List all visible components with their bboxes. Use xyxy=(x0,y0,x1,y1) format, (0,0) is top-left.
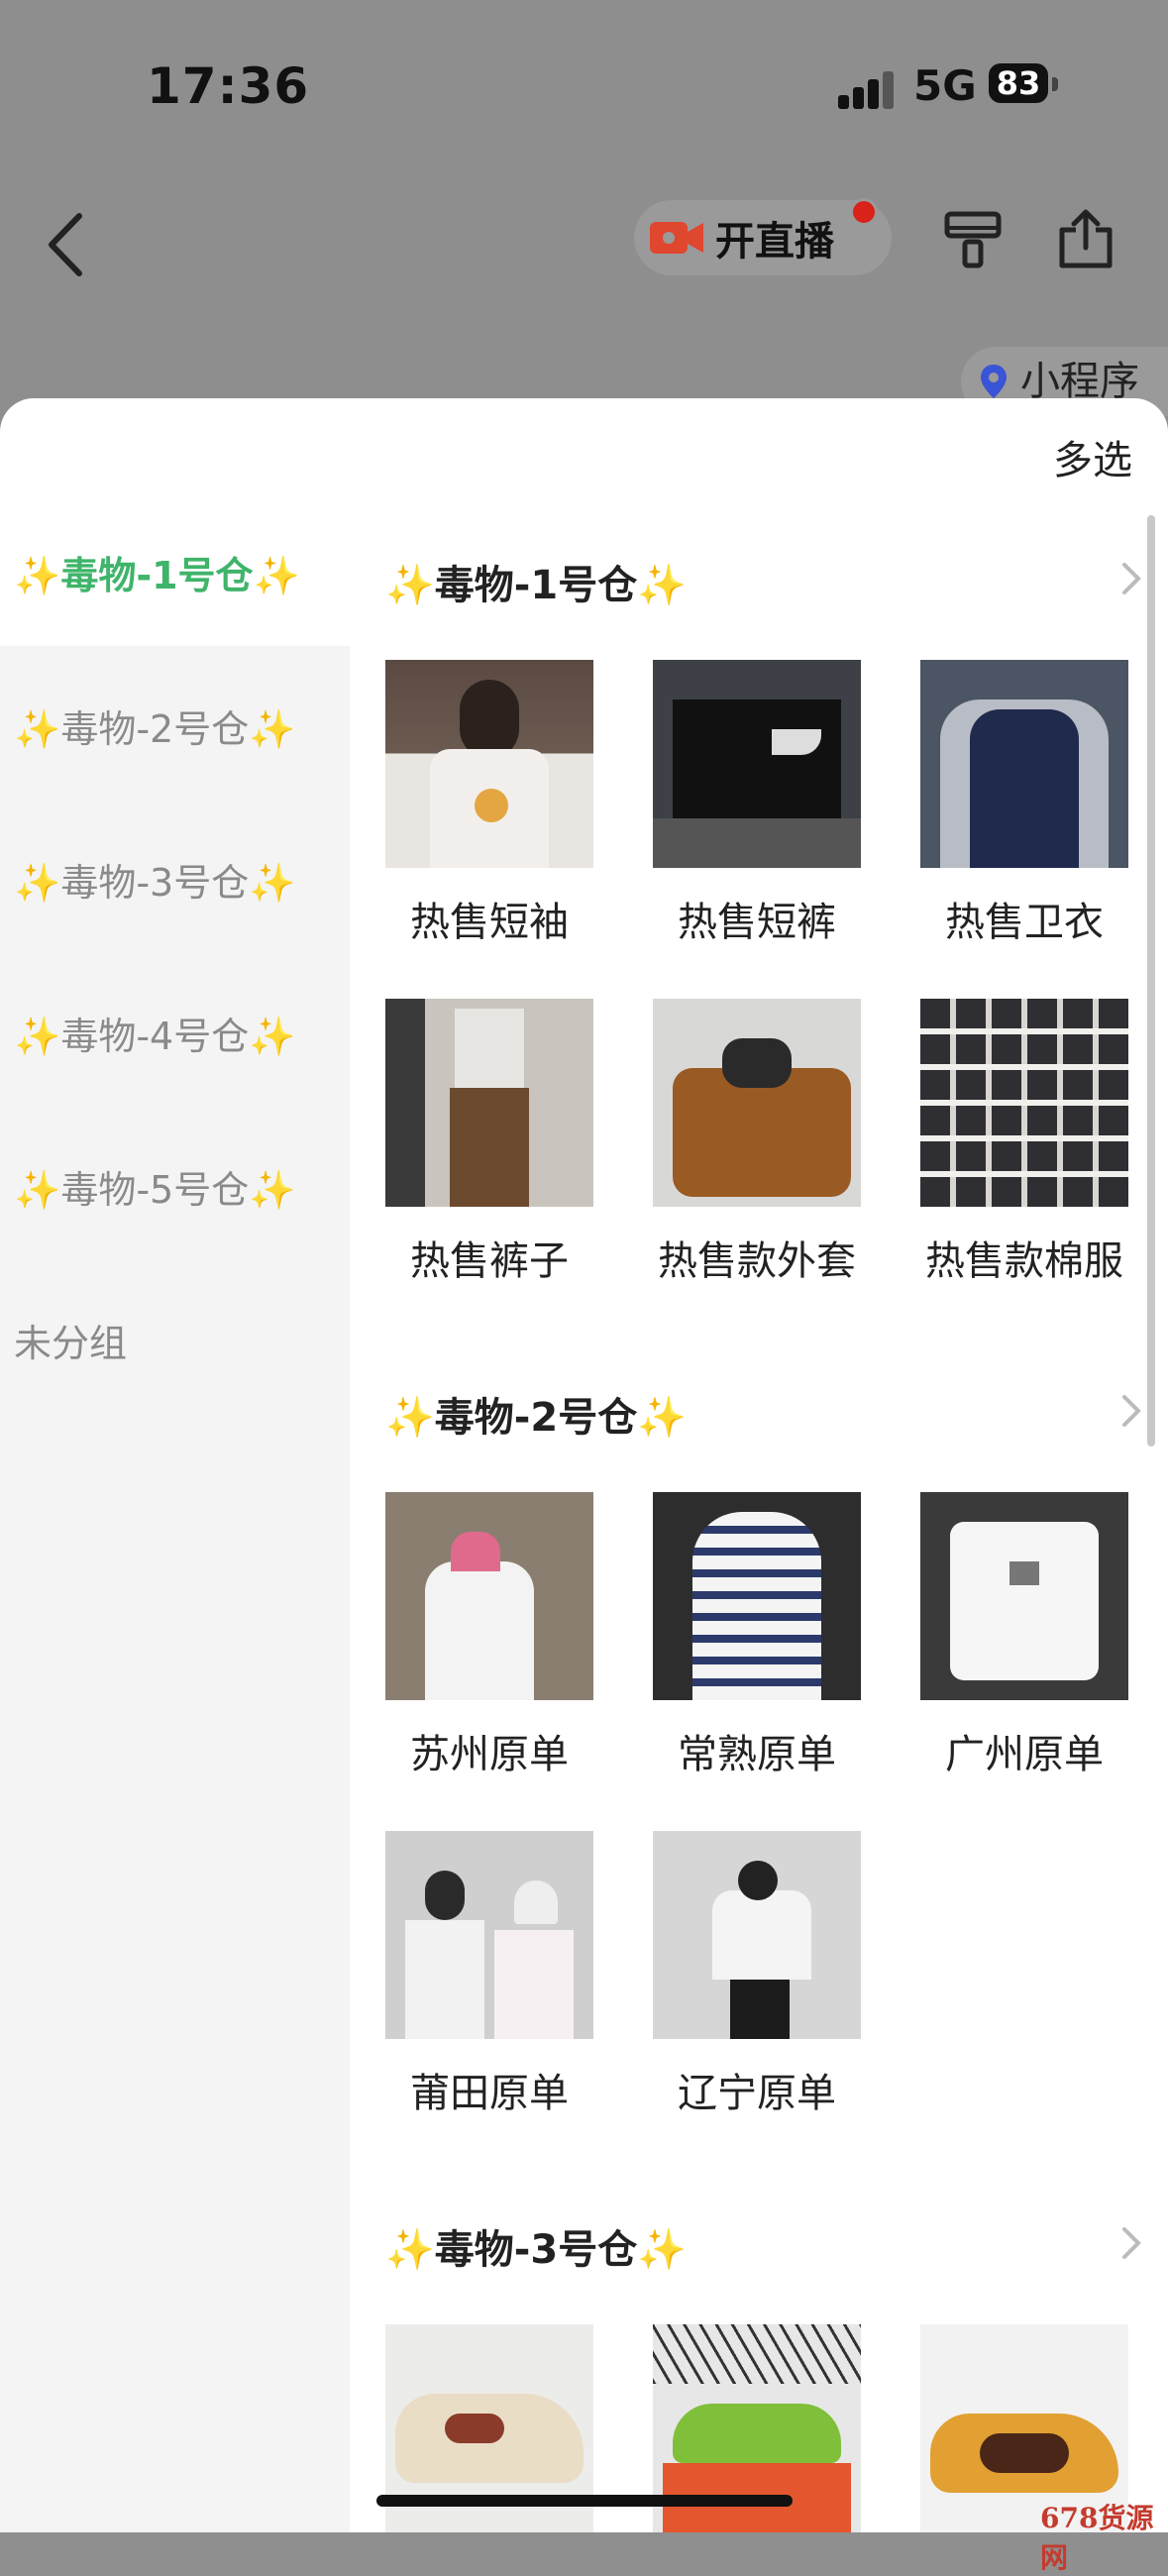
category-tile[interactable]: 莆田原单 xyxy=(385,1831,593,2116)
sidebar-item-ungrouped[interactable]: 未分组 xyxy=(0,1265,350,1414)
category-thumbnail xyxy=(385,1492,593,1700)
sidebar-item-warehouse-5[interactable]: ✨毒物-5号仓✨ xyxy=(0,1112,350,1260)
category-thumbnail xyxy=(653,1492,861,1700)
category-thumbnail xyxy=(653,660,861,868)
go-live-label: 开直播 xyxy=(715,219,834,265)
category-thumbnail xyxy=(920,1492,1128,1700)
category-thumbnail xyxy=(653,1831,861,2039)
sidebar-item-warehouse-4[interactable]: ✨毒物-4号仓✨ xyxy=(0,958,350,1107)
status-bar: 17:36 5G 83 xyxy=(0,0,1168,168)
category-thumbnail xyxy=(385,1831,593,2039)
category-label: 苏州原单 xyxy=(410,1732,569,1777)
category-thumbnail xyxy=(653,999,861,1207)
category-thumbnail xyxy=(920,999,1128,1207)
category-tile[interactable]: 热售短裤 xyxy=(653,660,861,945)
category-label: 辽宁原单 xyxy=(678,2071,836,2116)
share-icon[interactable] xyxy=(1054,208,1117,271)
chevron-right-icon[interactable] xyxy=(1118,559,1144,598)
category-sidebar: ✨毒物-1号仓✨ ✨毒物-2号仓✨ ✨毒物-3号仓✨ ✨毒物-4号仓✨ ✨毒物-… xyxy=(0,497,350,2532)
category-label: 莆田原单 xyxy=(410,2071,569,2116)
category-tile[interactable]: 辽宁原单 xyxy=(653,1831,861,2116)
battery-tip xyxy=(1052,77,1058,91)
category-thumbnail xyxy=(385,660,593,868)
multi-select-button[interactable]: 多选 xyxy=(1053,428,1132,485)
paint-roller-icon[interactable] xyxy=(941,208,1005,271)
signal-icon xyxy=(838,69,898,109)
sidebar-item-warehouse-3[interactable]: ✨毒物-3号仓✨ xyxy=(0,805,350,953)
category-tile[interactable]: 苏州原单 xyxy=(385,1492,593,1777)
chevron-right-icon[interactable] xyxy=(1118,1391,1144,1431)
sidebar-item-warehouse-1[interactable]: ✨毒物-1号仓✨ xyxy=(0,497,350,646)
category-tile[interactable]: 常熟原单 xyxy=(653,1492,861,1777)
network-type: 5G xyxy=(913,61,977,110)
category-label: 热售裤子 xyxy=(410,1238,569,1284)
category-label: 热售款棉服 xyxy=(925,1238,1123,1284)
category-tile[interactable]: 热售卫衣 xyxy=(920,660,1128,945)
home-indicator[interactable] xyxy=(376,2495,793,2507)
category-label: 热售卫衣 xyxy=(945,900,1104,945)
chevron-right-icon[interactable] xyxy=(1118,2223,1144,2263)
back-icon[interactable] xyxy=(40,210,99,279)
category-tile[interactable]: 热售款外套 xyxy=(653,999,861,1284)
category-label: 热售短袖 xyxy=(410,900,569,945)
section-title-warehouse-2[interactable]: ✨毒物-2号仓✨ xyxy=(385,1385,687,1443)
sidebar-item-warehouse-2[interactable]: ✨毒物-2号仓✨ xyxy=(0,651,350,800)
category-label: 热售款外套 xyxy=(658,1238,856,1284)
live-notification-dot xyxy=(850,198,878,226)
battery-icon: 83 xyxy=(989,63,1048,103)
category-content: ✨毒物-1号仓✨ 热售短袖 热售短裤 热售卫衣 热售裤子 热售款外套 热售款棉服… xyxy=(350,497,1168,2532)
category-label: 热售短裤 xyxy=(678,900,836,945)
section-title-warehouse-3[interactable]: ✨毒物-3号仓✨ xyxy=(385,2217,687,2275)
category-tile[interactable]: 热售短袖 xyxy=(385,660,593,945)
watermark: 678货源网 xyxy=(1040,2502,1154,2574)
category-label: 常熟原单 xyxy=(678,1732,836,1777)
category-sheet: 多选 ✨毒物-1号仓✨ ✨毒物-2号仓✨ ✨毒物-3号仓✨ ✨毒物-4号仓✨ ✨… xyxy=(0,398,1168,2532)
video-camera-icon xyxy=(650,222,703,254)
category-tile[interactable]: 广州原单 xyxy=(920,1492,1128,1777)
category-label: 广州原单 xyxy=(945,1732,1104,1777)
category-tile[interactable]: 热售款棉服 xyxy=(920,999,1128,1284)
category-tile[interactable]: 热售裤子 xyxy=(385,999,593,1284)
location-pin-icon xyxy=(981,365,1007,398)
status-time: 17:36 xyxy=(147,57,310,115)
category-thumbnail xyxy=(920,660,1128,868)
nav-bar: 开直播 xyxy=(0,178,1168,297)
section-title-warehouse-1[interactable]: ✨毒物-1号仓✨ xyxy=(385,553,687,610)
category-thumbnail xyxy=(385,999,593,1207)
content-scrollbar[interactable] xyxy=(1147,515,1155,1447)
